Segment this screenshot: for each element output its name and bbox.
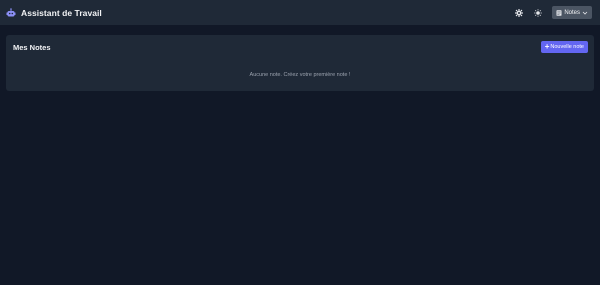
top-bar: Assistant de Travail Notes <box>0 0 600 25</box>
panel-title: Mes Notes <box>13 43 51 52</box>
app-title: Assistant de Travail <box>21 7 102 18</box>
notes-dropdown[interactable]: Notes <box>552 6 592 19</box>
notes-dropdown-label: Notes <box>564 9 580 16</box>
empty-state-message: Aucune note. Créez votre première note ! <box>249 72 351 78</box>
chevron-down-icon <box>582 10 588 16</box>
robot-icon <box>6 7 16 18</box>
notes-panel: Mes Notes + Nouvelle note Aucune note. C… <box>6 35 594 91</box>
gear-icon[interactable] <box>514 8 524 18</box>
new-note-button[interactable]: + Nouvelle note <box>540 41 588 53</box>
document-icon <box>556 9 562 16</box>
sun-icon[interactable] <box>533 8 543 18</box>
new-note-label: Nouvelle note <box>550 44 584 50</box>
brand: Assistant de Travail <box>6 8 102 18</box>
plus-icon: + <box>544 42 550 51</box>
